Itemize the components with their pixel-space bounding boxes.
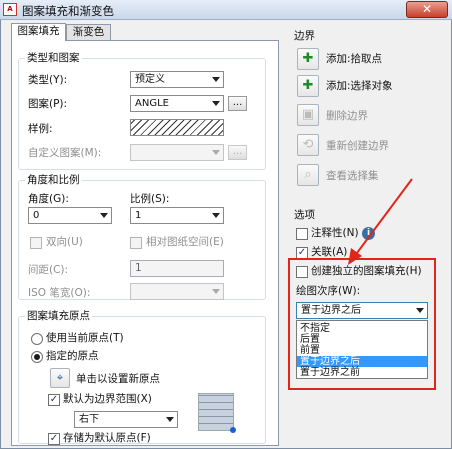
boundaries-title: 边界 [294, 30, 315, 42]
annotative-checkbox[interactable] [296, 228, 308, 240]
origin-marker-icon [230, 427, 236, 433]
pattern-combo-value: ANGLE [135, 98, 169, 109]
set-origin-label: 单击以设置新原点 [76, 373, 160, 385]
remove-boundaries-button[interactable]: ▣ [297, 104, 319, 126]
window-title: 图案填充和渐变色 [22, 4, 114, 18]
magnifier-icon: ⌕ [304, 167, 312, 182]
angle-label: 角度(G): [28, 193, 69, 205]
add-pick-points-icon: ✚ [302, 51, 314, 66]
pattern-label: 图案(P): [28, 98, 68, 110]
iso-pen-width-combo[interactable] [130, 283, 224, 300]
spacing-label: 间距(C): [28, 264, 69, 276]
checkmark-icon: ✓ [297, 247, 307, 258]
hatch-origin-title: 图案填充原点 [25, 310, 92, 322]
remove-boundaries-icon: ▣ [301, 107, 315, 122]
add-pick-points-button[interactable]: ✚ [297, 48, 319, 70]
store-default-label: 存储为默认原点(F) [63, 432, 151, 444]
specified-origin-label: 指定的原点 [46, 350, 99, 362]
chevron-down-icon [212, 213, 220, 218]
type-pattern-title: 类型和图案 [25, 52, 82, 64]
angle-combo-value: 0 [33, 210, 40, 221]
angle-combo[interactable]: 0 [28, 207, 112, 224]
add-select-objects-button[interactable]: ✚ [297, 75, 319, 97]
iso-pen-width-label: ISO 笔宽(O): [28, 287, 91, 299]
default-extent-checkbox[interactable]: ✓ [48, 394, 60, 406]
tab-hatch[interactable]: 图案填充 [11, 23, 66, 41]
recreate-boundary-button[interactable]: ⟲ [297, 134, 319, 156]
annotation-arrow [348, 178, 413, 265]
chevron-down-icon [212, 101, 220, 106]
relative-paper-label: 相对图纸空间(E) [146, 236, 224, 248]
crosshair-icon: ⌖ [56, 371, 64, 384]
origin-preview-icon [198, 393, 234, 431]
chevron-down-icon [212, 77, 220, 82]
type-combo-value: 预定义 [135, 74, 165, 85]
tab-gradient[interactable]: 渐变色 [66, 24, 111, 41]
use-current-origin-label: 使用当前原点(T) [46, 332, 124, 344]
set-origin-button[interactable]: ⌖ [50, 368, 70, 388]
highlight-box [288, 258, 436, 390]
options-title: 选项 [294, 209, 315, 221]
checkmark-icon: ✓ [49, 433, 59, 444]
origin-position-value: 右下 [79, 414, 99, 425]
custom-pattern-label: 自定义图案(M): [28, 147, 102, 159]
custom-pattern-combo[interactable] [130, 144, 224, 161]
remove-boundaries-label: 删除边界 [326, 110, 368, 122]
custom-browse-button[interactable]: ... [228, 145, 247, 160]
pattern-combo[interactable]: ANGLE [130, 95, 224, 112]
scale-combo[interactable]: 1 [130, 207, 224, 224]
view-selections-button[interactable]: ⌕ [297, 164, 319, 186]
add-select-objects-label: 添加:选择对象 [326, 80, 393, 92]
scale-label: 比例(S): [130, 193, 170, 205]
specified-origin-radio[interactable] [31, 351, 43, 363]
origin-position-combo[interactable]: 右下 [74, 411, 178, 428]
recreate-boundary-icon: ⟲ [302, 137, 314, 152]
chevron-down-icon [166, 417, 174, 422]
app-icon: A [3, 3, 17, 16]
angle-scale-title: 角度和比例 [25, 174, 82, 186]
relative-paper-checkbox[interactable] [130, 237, 142, 249]
add-select-objects-icon: ✚ [302, 78, 314, 93]
store-default-checkbox[interactable]: ✓ [48, 433, 60, 445]
pattern-browse-button[interactable]: ... [228, 96, 247, 111]
double-checkbox[interactable] [30, 237, 42, 249]
chevron-down-icon [212, 150, 220, 155]
recreate-boundary-label: 重新创建边界 [326, 140, 389, 152]
pattern-sample-swatch[interactable] [130, 119, 224, 136]
chevron-down-icon [212, 289, 220, 294]
scale-combo-value: 1 [135, 210, 142, 221]
sample-label: 样例: [28, 123, 53, 135]
add-pick-points-label: 添加:拾取点 [326, 53, 383, 65]
type-combo[interactable]: 预定义 [130, 71, 224, 88]
use-current-origin-radio[interactable] [31, 333, 43, 345]
type-label: 类型(Y): [28, 74, 68, 86]
default-extent-label: 默认为边界范围(X) [63, 393, 152, 405]
double-label: 双向(U) [46, 236, 83, 248]
chevron-down-icon [100, 213, 108, 218]
close-button[interactable]: ✕ [406, 1, 448, 18]
checkmark-icon: ✓ [49, 394, 59, 405]
spacing-input[interactable]: 1 [130, 260, 224, 277]
